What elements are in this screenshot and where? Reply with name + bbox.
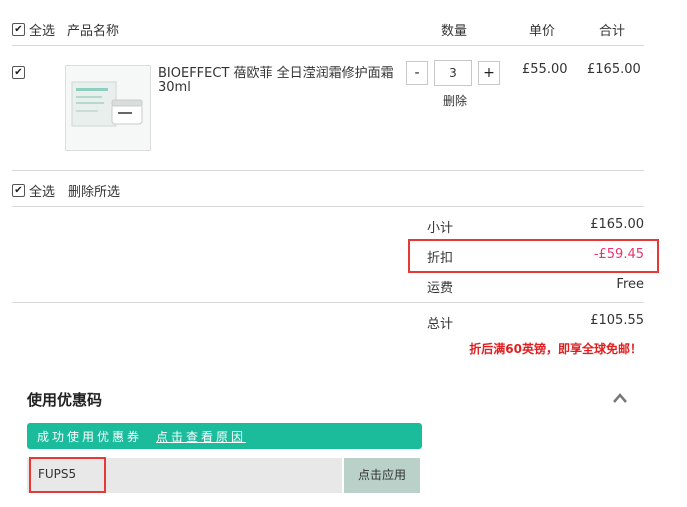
subtotal-label: 小计 [427,221,454,236]
summary-divider [12,302,644,303]
product-name-header: 产品名称 [67,24,120,39]
item-unit-price: £55.00 [522,62,568,77]
shipping-label: 运费 [427,281,454,296]
select-all-bottom-label: 全选 [29,185,56,200]
header-divider [12,45,644,46]
select-all-label: 全选 [29,24,56,39]
shipping-value: Free [616,277,644,292]
product-image[interactable] [65,65,151,151]
select-all-checkbox[interactable]: ✔ [12,23,25,36]
delete-selected-button[interactable]: 删除所选 [68,181,120,200]
product-name-line2[interactable]: 30ml [158,80,191,95]
coupon-title: 使用优惠码 [27,391,103,409]
unit-price-header: 单价 [529,24,556,39]
discount-label: 折扣 [427,251,454,266]
total-header: 合计 [599,24,626,39]
product-box-icon [71,81,143,127]
coupon-success-banner: 成功使用优惠券 点击查看原因 [27,423,422,449]
actions-divider [12,206,644,207]
subtotal-value: £165.00 [590,217,644,232]
total-value: £105.55 [590,313,644,328]
quantity-header: 数量 [441,24,468,39]
quantity-increase-button[interactable]: + [478,61,500,85]
item-line-total: £165.00 [587,62,641,77]
item-checkbox[interactable]: ✔ [12,66,25,79]
coupon-code-highlight-box [29,457,106,493]
free-shipping-note: 折后满60英镑，即享全球免邮！ [469,342,642,356]
select-all-bottom-checkbox[interactable]: ✔ [12,184,25,197]
product-name-line1[interactable]: BIOEFFECT 蓓欧菲 全日滢润霜修护面霜 [158,62,394,81]
total-label: 总计 [427,317,454,332]
coupon-success-text: 成功使用优惠券 [37,430,143,444]
apply-coupon-label: 点击应用 [357,468,406,482]
discount-value: -£59.45 [593,247,644,262]
quantity-decrease-button[interactable]: - [406,61,428,85]
apply-coupon-button[interactable]: 点击应用 [344,458,420,493]
coupon-reason-link[interactable]: 点击查看原因 [156,428,246,445]
delete-item-link[interactable]: 删除 [443,92,467,109]
collapse-chevron-up-icon[interactable] [612,392,628,404]
item-divider [12,170,644,171]
quantity-input[interactable]: 3 [434,60,472,86]
